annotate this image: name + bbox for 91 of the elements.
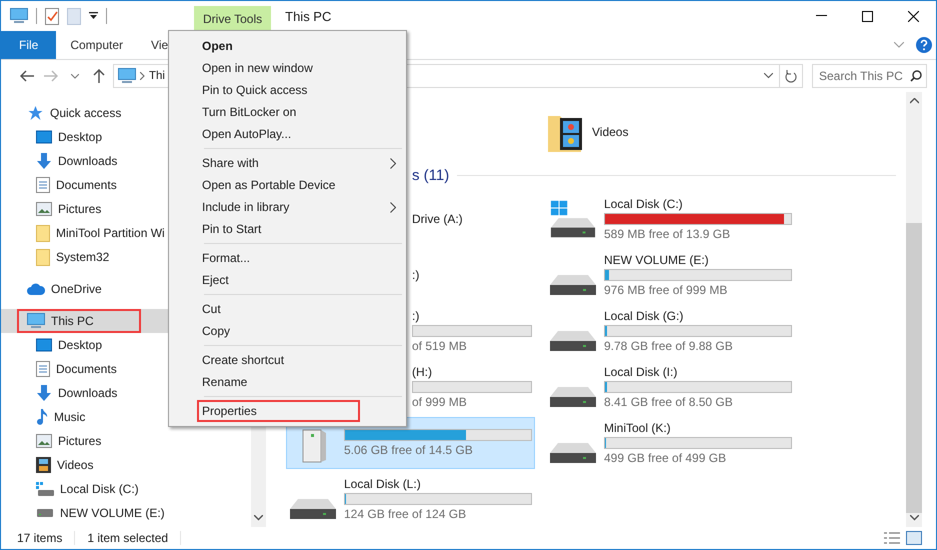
- hard-drive-icon: [289, 499, 337, 520]
- drive-name: NEW VOLUME (E:): [604, 253, 710, 267]
- hard-drive-icon: [549, 331, 597, 352]
- download-arrow-icon: [36, 153, 52, 169]
- free-space-text: of 519 MB: [412, 339, 468, 353]
- sidebar-item[interactable]: NEW VOLUME (E:): [1, 501, 251, 525]
- drive-name: (H:): [412, 365, 433, 379]
- maximize-icon: [862, 10, 872, 22]
- drive-tile[interactable]: Local Disk (C:) 589 MB free of 13.9 GB: [546, 193, 795, 245]
- drive-icon: [36, 482, 54, 496]
- scroll-down-icon: [254, 515, 263, 521]
- large-icons-view-icon: [906, 531, 922, 545]
- document-icon: [36, 361, 50, 377]
- cloud-icon: [27, 283, 45, 295]
- drive-tile[interactable]: MiniTool (K:) 499 GB free of 499 GB: [546, 417, 795, 469]
- chevron-right-icon: [140, 72, 145, 80]
- drive-name: MiniTool (K:): [604, 421, 672, 435]
- drive-name: :): [412, 309, 420, 323]
- picture-icon: [36, 202, 52, 216]
- help-icon: [916, 37, 932, 53]
- drive-tile[interactable]: Local Disk (I:) 8.41 GB free of 8.50 GB: [546, 361, 795, 413]
- search-field[interactable]: Search This PC: [812, 64, 927, 88]
- menu-item[interactable]: Pin to Start: [171, 218, 404, 240]
- download-arrow-icon: [36, 385, 52, 401]
- free-space-text: 976 MB free of 999 MB: [604, 283, 728, 297]
- close-icon: [908, 10, 918, 22]
- drive-tile[interactable]: Local Disk (L:) 124 GB free of 124 GB: [286, 473, 535, 525]
- minimize-icon: [816, 15, 826, 17]
- music-note-icon: [36, 409, 48, 425]
- selection-count: 1 item selected: [87, 531, 182, 545]
- chevron-down-icon: [764, 73, 773, 79]
- file-tab[interactable]: File: [1, 31, 56, 59]
- drive-name: :): [412, 268, 420, 282]
- drive-name: Local Disk (L:): [344, 477, 422, 491]
- ribbon-tab[interactable]: Computer: [56, 31, 138, 59]
- contextual-tab-label: Drive Tools: [194, 6, 272, 31]
- scrollbar[interactable]: [906, 92, 922, 527]
- drive-tile[interactable]: NEW VOLUME (E:) 976 MB free of 999 MB: [546, 249, 795, 301]
- checklist-icon: [45, 8, 59, 24]
- drive-tile[interactable]: 5.06 GB free of 14.5 GB: [286, 417, 535, 469]
- folder-icon: [36, 248, 50, 266]
- hard-drive-icon: [549, 200, 597, 240]
- hard-drive-icon: [549, 443, 597, 464]
- drive-tile[interactable]: Local Disk (G:) 9.78 GB free of 9.88 GB: [546, 305, 795, 357]
- chevron-down-icon: [71, 74, 79, 78]
- free-space-text: 589 MB free of 13.9 GB: [604, 227, 732, 241]
- sidebar-item[interactable]: Pictures: [1, 429, 251, 453]
- free-space-text: 5.06 GB free of 14.5 GB: [344, 443, 474, 457]
- menu-item[interactable]: Include in library: [171, 196, 404, 218]
- item-count: 17 items: [17, 531, 76, 545]
- film-icon: [36, 457, 51, 473]
- refresh-button[interactable]: [780, 64, 803, 88]
- menu-item[interactable]: Open AutoPlay...: [171, 123, 404, 145]
- menu-item[interactable]: Share with: [171, 152, 404, 174]
- scroll-down-icon: [910, 515, 918, 521]
- menu-item[interactable]: Eject: [171, 269, 404, 291]
- monitor-icon: [118, 68, 136, 84]
- document-icon: [36, 177, 50, 193]
- picture-icon: [36, 434, 52, 448]
- drive-name: Local Disk (G:): [604, 309, 684, 323]
- free-space-text: 499 GB free of 499 GB: [604, 451, 728, 465]
- folder-icon: [36, 224, 50, 242]
- monitor-icon: [27, 313, 45, 329]
- sidebar-item[interactable]: Local Disk (C:): [1, 477, 251, 501]
- menu-item[interactable]: Open: [171, 35, 404, 57]
- refresh-icon: [785, 70, 797, 82]
- free-space-text: of 999 MB: [412, 395, 468, 409]
- monitor-icon: [10, 8, 28, 24]
- hard-drive-icon: [549, 387, 597, 408]
- hard-drive-icon: [549, 275, 597, 296]
- chevron-down-icon: [894, 42, 904, 48]
- free-space-text: 124 GB free of 124 GB: [344, 507, 468, 521]
- sidebar-item[interactable]: Videos: [1, 453, 251, 477]
- desktop-icon: [36, 130, 52, 144]
- desktop-icon: [36, 338, 52, 352]
- free-space-text: 9.78 GB free of 9.88 GB: [604, 339, 734, 353]
- menu-item[interactable]: Turn BitLocker on: [171, 101, 404, 123]
- scroll-up-icon: [910, 98, 918, 104]
- drive-icon: [36, 509, 54, 517]
- window-title: This PC: [284, 8, 332, 26]
- drive-name: Local Disk (I:): [604, 365, 678, 379]
- star-icon: [27, 105, 44, 121]
- menu-item[interactable]: Format...: [171, 247, 404, 269]
- free-space-text: 8.41 GB free of 8.50 GB: [604, 395, 734, 409]
- dropdown-icon: [89, 11, 98, 21]
- menu-item[interactable]: Open as Portable Device: [171, 174, 404, 196]
- blank-page-icon: [67, 8, 81, 24]
- folder-item[interactable]: Videos: [546, 107, 806, 157]
- details-view-icon: [884, 531, 900, 545]
- drive-name: Local Disk (C:): [604, 197, 684, 211]
- group-heading: s (11): [412, 167, 450, 184]
